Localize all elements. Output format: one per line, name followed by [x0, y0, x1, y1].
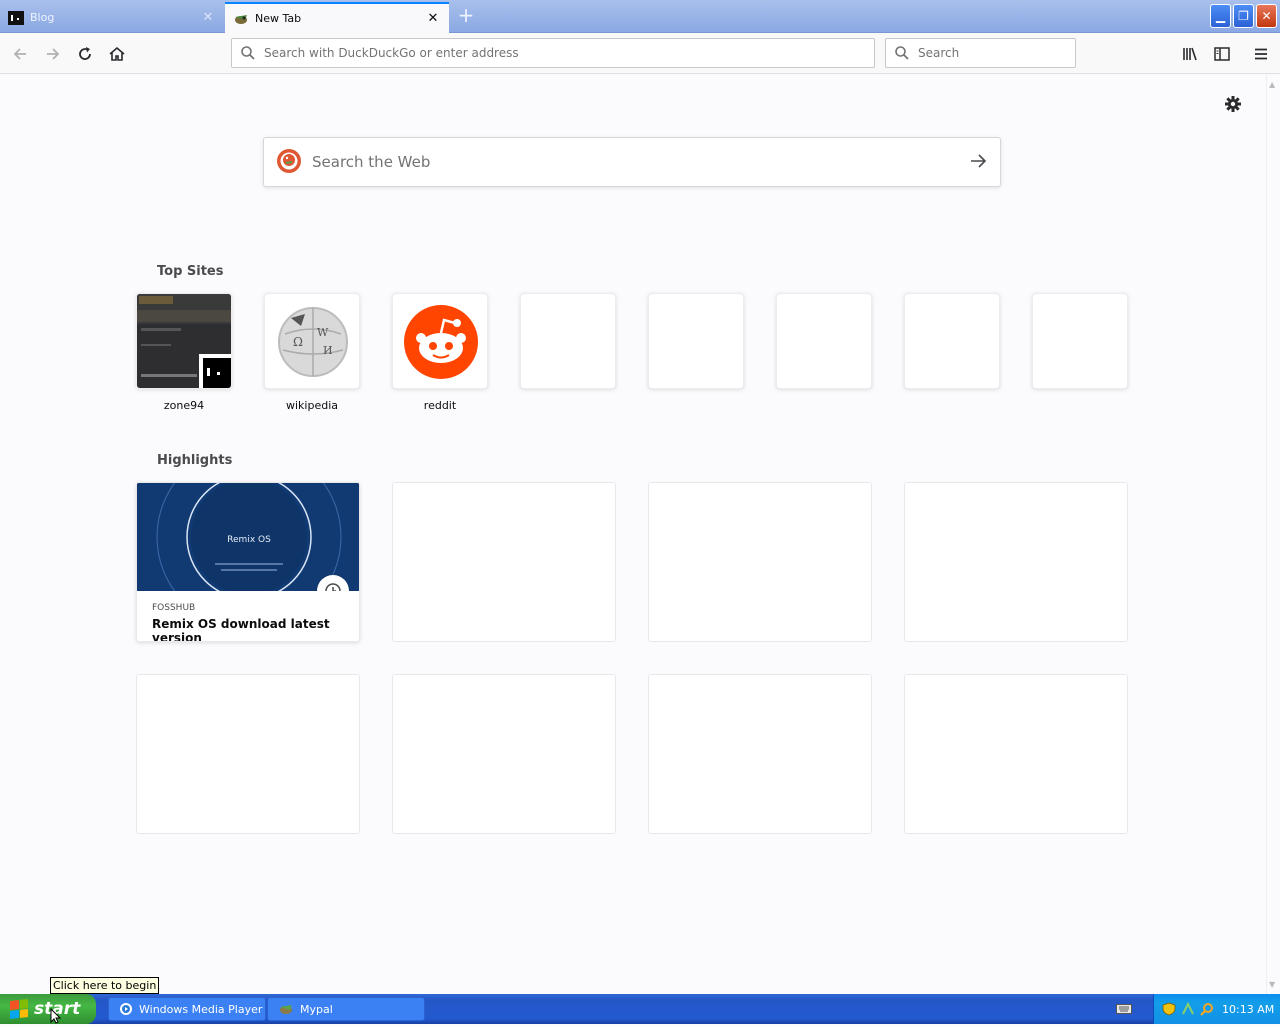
restore-button[interactable]: ❐ — [1233, 4, 1254, 28]
sidebar-button[interactable] — [1208, 40, 1236, 68]
media-player-icon — [119, 1002, 133, 1016]
search-input[interactable] — [918, 46, 1075, 60]
home-button[interactable] — [103, 40, 131, 68]
mypal-icon — [278, 1002, 294, 1016]
tab-new-tab[interactable]: New Tab ✕ — [225, 2, 449, 33]
highlight-empty — [648, 482, 872, 642]
empty-tile — [648, 293, 744, 389]
address-input[interactable] — [264, 46, 874, 60]
svg-text:Ω: Ω — [293, 335, 303, 349]
highlight-thumbnail: Remix OS — [137, 483, 359, 591]
close-window-button[interactable]: ✕ — [1256, 4, 1277, 28]
taskbar-item-media-player[interactable]: Windows Media Player — [108, 997, 266, 1021]
clock-text[interactable]: 10:13 AM — [1222, 1003, 1274, 1016]
tab-blog[interactable]: Blog ✕ — [0, 2, 224, 33]
arrow-right-icon[interactable] — [968, 151, 988, 174]
library-button[interactable] — [1176, 40, 1204, 68]
tab-title: Blog — [30, 11, 55, 24]
empty-tile — [520, 293, 616, 389]
top-site-empty — [1032, 293, 1128, 389]
minimize-button[interactable]: ▁ — [1210, 4, 1231, 28]
gear-icon[interactable] — [1223, 94, 1243, 114]
start-button[interactable]: start — [0, 994, 96, 1024]
sidebar-icon — [1214, 47, 1230, 61]
empty-tile — [904, 293, 1000, 389]
highlight-empty — [136, 674, 360, 834]
system-tray: 10:13 AM — [1153, 994, 1280, 1024]
top-site-label: zone94 — [163, 399, 205, 412]
search-tray-icon[interactable] — [1200, 1002, 1214, 1016]
forward-arrow-icon — [47, 48, 60, 60]
windows-logo-icon — [10, 999, 28, 1019]
hamburger-menu-icon — [1255, 48, 1267, 60]
highlight-empty — [648, 674, 872, 834]
home-icon — [109, 46, 125, 61]
highlight-title: Remix OS download latest version — [152, 617, 330, 642]
top-site-label: wikipedia — [285, 399, 338, 412]
empty-tile — [1032, 293, 1128, 389]
duckduckgo-logo-icon — [276, 148, 302, 177]
back-arrow-icon — [13, 48, 26, 60]
taskbar-item-label: Mypal — [300, 1002, 333, 1016]
tab-title: New Tab — [255, 12, 302, 25]
keyboard-icon[interactable] — [1116, 1002, 1132, 1019]
taskbar: start Windows Media Player Mypal 10:13 A… — [0, 994, 1280, 1024]
web-search-box[interactable] — [263, 137, 1001, 187]
tab-close-icon[interactable]: ✕ — [425, 11, 441, 26]
start-tooltip: Click here to begin — [50, 977, 160, 994]
reddit-logo-icon — [392, 293, 488, 389]
web-search-input[interactable] — [312, 153, 968, 171]
top-site-thumbnail — [136, 293, 232, 389]
top-site-label: reddit — [423, 399, 457, 412]
top-site-reddit[interactable]: reddit — [392, 293, 488, 412]
svg-text:W: W — [317, 326, 329, 339]
wikipedia-logo-icon: Ω W И — [264, 293, 360, 389]
top-site-zone94[interactable]: zone94 — [136, 293, 232, 412]
forward-button[interactable] — [39, 40, 67, 68]
top-site-empty — [776, 293, 872, 389]
highlights-heading: Highlights — [157, 453, 233, 468]
title-bar: Blog ✕ New Tab ✕ + ▁ ❐ ✕ — [0, 0, 1280, 33]
vertical-scrollbar[interactable]: ▲ ▼ — [1266, 74, 1280, 994]
address-bar[interactable] — [231, 38, 875, 68]
empty-tile — [776, 293, 872, 389]
mouse-cursor-icon — [50, 1007, 62, 1027]
security-shield-icon[interactable] — [1162, 1002, 1176, 1016]
taskbar-item-label: Windows Media Player — [139, 1002, 263, 1016]
back-button[interactable] — [6, 40, 34, 68]
highlight-empty — [904, 674, 1128, 834]
top-sites-heading: Top Sites — [157, 264, 224, 279]
tab-close-icon[interactable]: ✕ — [200, 10, 216, 25]
top-site-empty — [904, 293, 1000, 389]
network-icon[interactable] — [1181, 1002, 1195, 1016]
search-icon — [895, 46, 909, 60]
new-tab-button[interactable]: + — [455, 5, 477, 27]
top-site-empty — [648, 293, 744, 389]
taskbar-item-mypal[interactable]: Mypal — [267, 997, 425, 1021]
highlight-empty — [392, 674, 616, 834]
library-icon — [1183, 47, 1197, 61]
reload-icon — [79, 47, 91, 60]
highlight-host: FOSSHUB — [152, 603, 196, 613]
scroll-down-icon[interactable]: ▼ — [1269, 980, 1275, 989]
mypal-favicon-icon — [233, 11, 249, 27]
navigation-toolbar — [0, 33, 1280, 74]
highlight-thumb-text: Remix OS — [227, 535, 271, 545]
highlight-card[interactable]: Remix OS FOSSHUB Remix OS download lates… — [136, 482, 360, 642]
top-site-empty — [520, 293, 616, 389]
highlight-empty — [904, 482, 1128, 642]
search-icon — [241, 46, 255, 60]
reload-button[interactable] — [71, 40, 99, 68]
scroll-up-icon[interactable]: ▲ — [1269, 80, 1275, 89]
terminal-favicon-icon — [8, 10, 24, 26]
menu-button[interactable] — [1247, 40, 1275, 68]
top-site-wikipedia[interactable]: Ω W И wikipedia — [264, 293, 360, 412]
search-bar[interactable] — [885, 38, 1076, 68]
highlight-empty — [392, 482, 616, 642]
svg-text:И: И — [323, 344, 333, 357]
